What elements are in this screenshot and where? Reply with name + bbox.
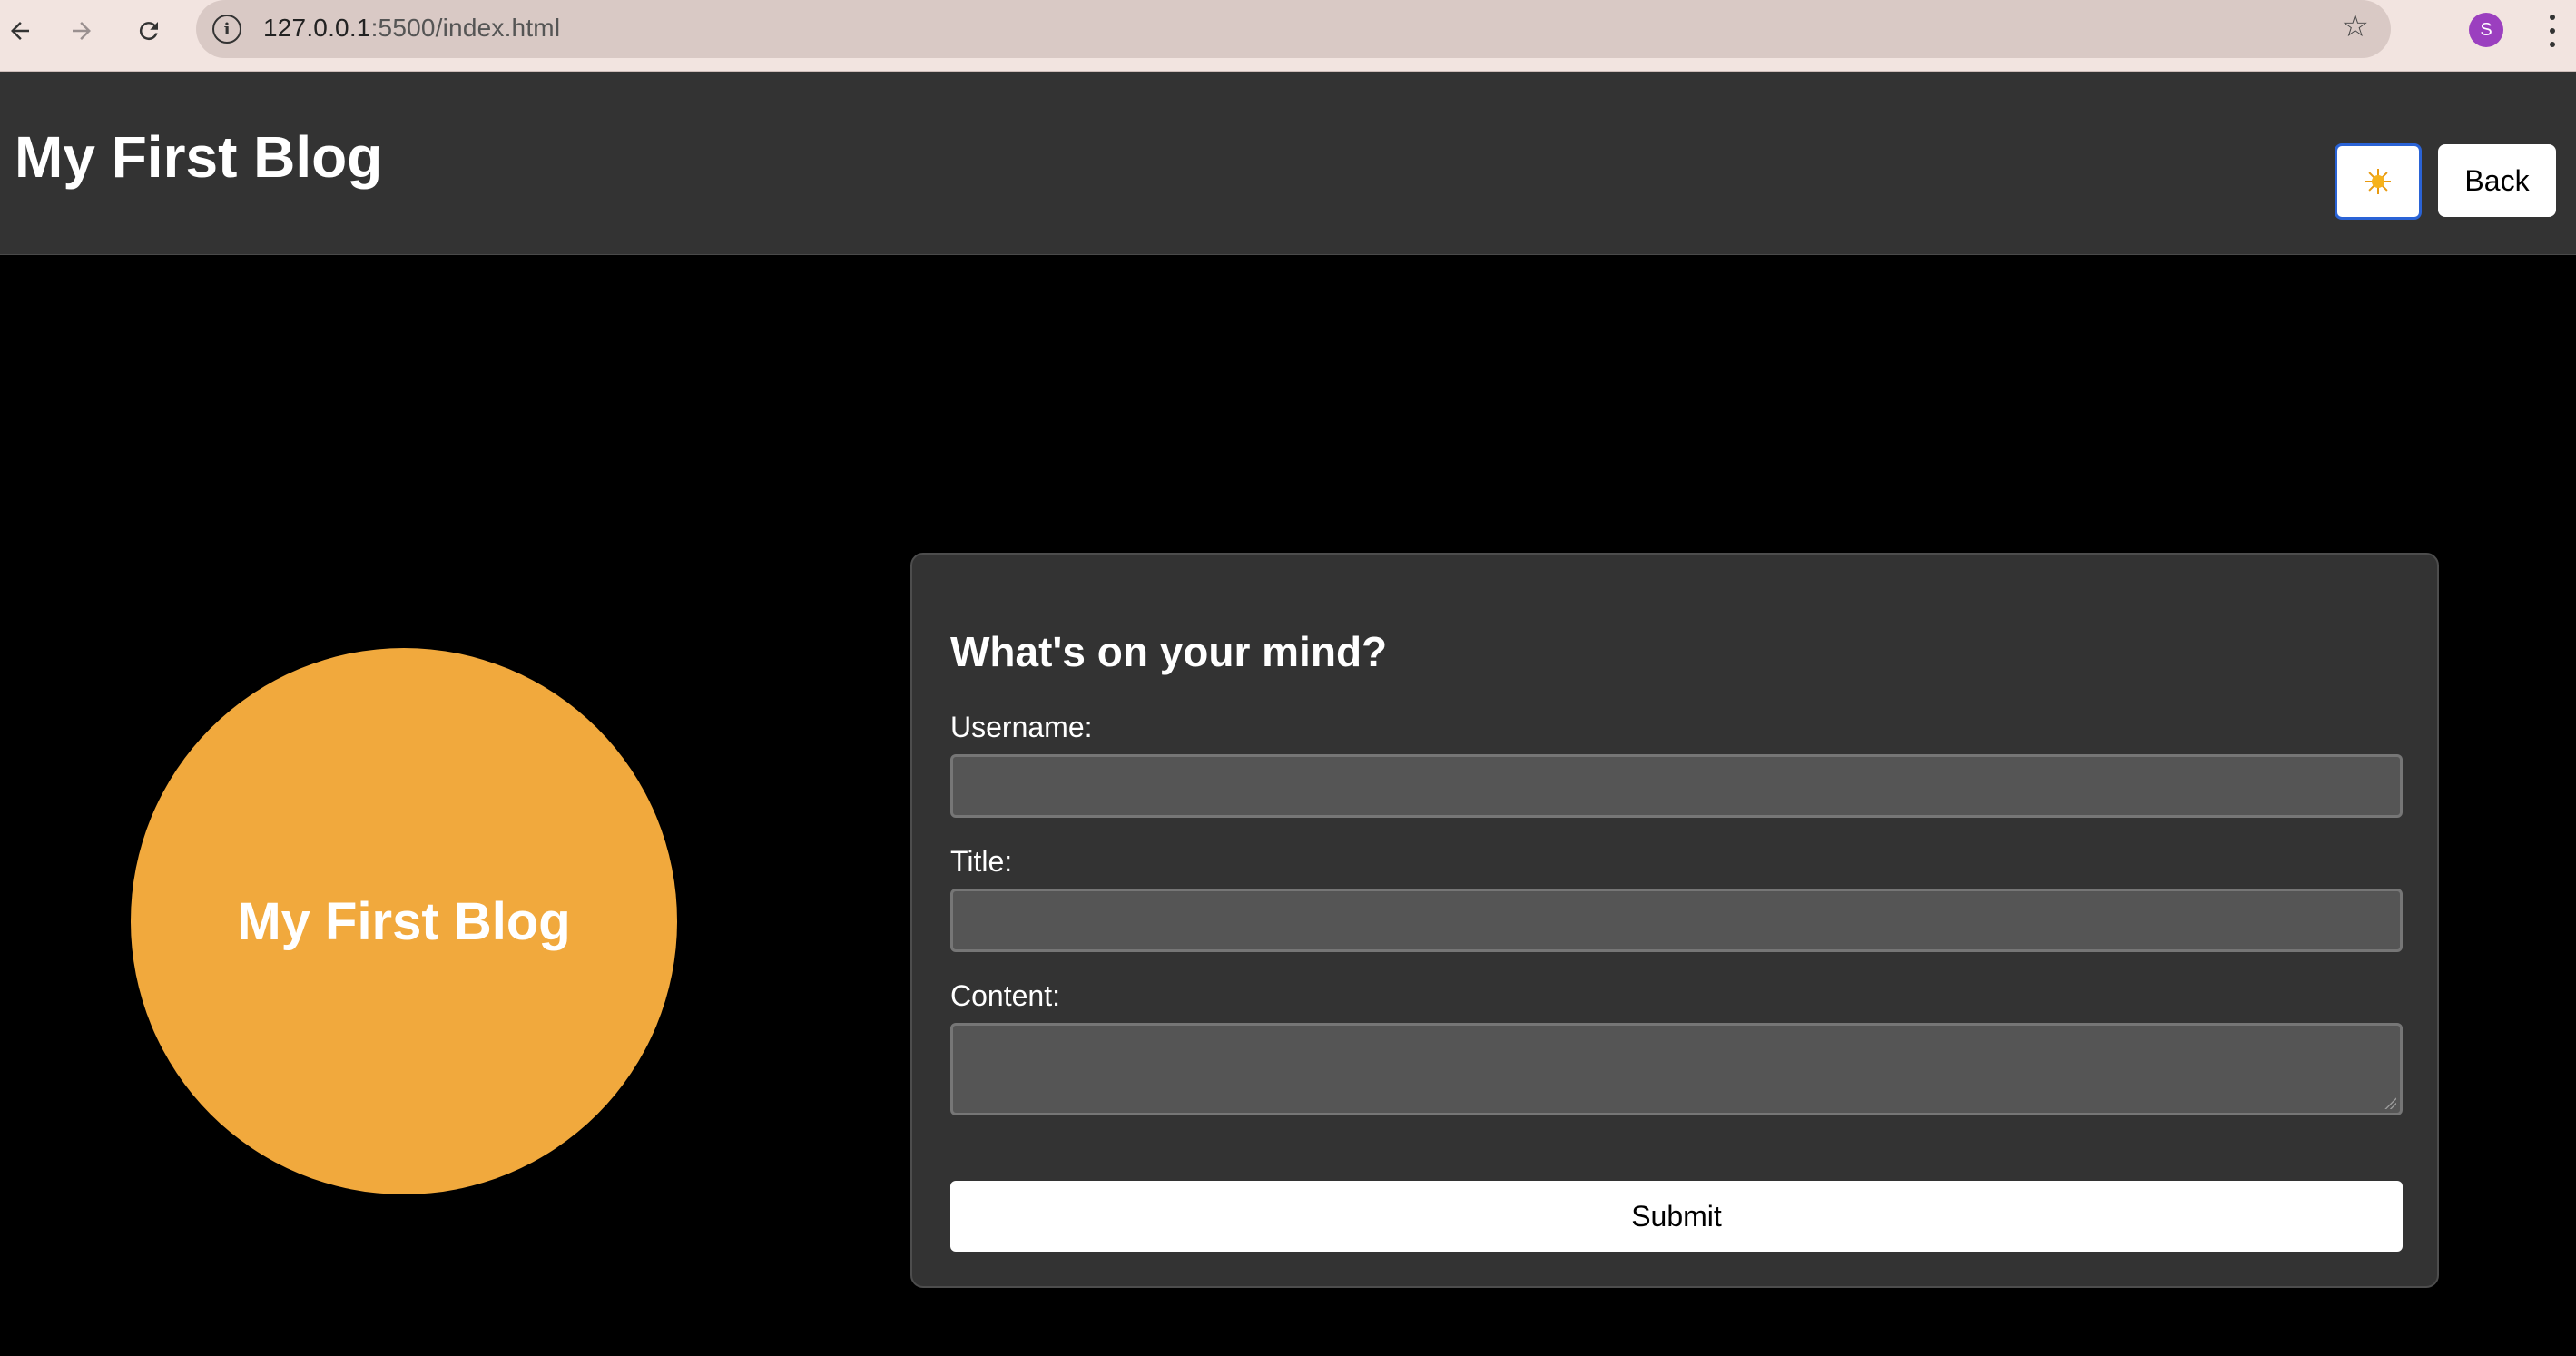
sun-icon [2365, 169, 2391, 194]
content-textarea[interactable] [950, 1023, 2403, 1115]
submit-button[interactable]: Submit [950, 1181, 2403, 1252]
title-input[interactable] [950, 889, 2403, 952]
forward-arrow-icon[interactable] [64, 13, 100, 49]
blog-logo-circle: My First Blog [131, 648, 677, 1194]
profile-avatar[interactable]: S [2469, 13, 2503, 47]
resize-handle-icon[interactable] [2384, 1096, 2396, 1109]
theme-toggle-button[interactable] [2335, 143, 2422, 220]
circle-title: My First Blog [237, 891, 571, 951]
address-bar[interactable]: i 127.0.0.1:5500/index.html ☆ [196, 0, 2391, 58]
info-icon[interactable]: i [212, 15, 241, 44]
browser-toolbar: i 127.0.0.1:5500/index.html ☆ S [0, 0, 2576, 72]
content-label: Content: [950, 979, 1060, 1012]
url-host: 127.0.0.1 [263, 14, 371, 42]
post-form-card: What's on your mind? Username: Title: Co… [910, 553, 2439, 1288]
url-path: :5500/index.html [370, 14, 561, 42]
form-heading: What's on your mind? [950, 628, 1388, 675]
title-label: Title: [950, 845, 1013, 878]
reload-icon[interactable] [131, 13, 167, 49]
kebab-menu-icon[interactable] [2542, 11, 2563, 51]
site-title: My First Blog [15, 124, 383, 190]
url-text[interactable]: 127.0.0.1:5500/index.html [263, 14, 560, 43]
site-header: My First Blog Back [0, 72, 2576, 255]
username-input[interactable] [950, 754, 2403, 818]
back-button[interactable]: Back [2438, 144, 2556, 217]
username-label: Username: [950, 711, 1093, 743]
star-icon[interactable]: ☆ [2342, 11, 2369, 42]
back-arrow-icon[interactable] [2, 13, 38, 49]
